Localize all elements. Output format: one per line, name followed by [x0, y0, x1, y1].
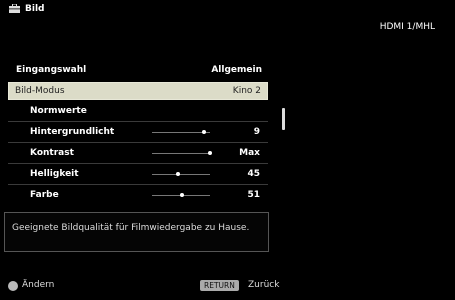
- title-bar: Bild: [0, 0, 455, 20]
- menu-scrollbar[interactable]: [282, 108, 285, 130]
- brightness-slider[interactable]: [152, 172, 210, 176]
- change-hint: Ändern: [22, 280, 55, 290]
- picture-mode-value: Kino 2: [232, 86, 261, 96]
- color-slider[interactable]: [152, 193, 210, 197]
- slider-knob[interactable]: [202, 130, 207, 134]
- picture-mode-row[interactable]: Bild-Modus Kino 2: [8, 82, 268, 100]
- setting-value: 51: [247, 190, 260, 200]
- setting-row-color[interactable]: Farbe 51: [8, 185, 268, 205]
- slider-knob[interactable]: [179, 193, 184, 197]
- return-button[interactable]: RETURN: [200, 280, 239, 291]
- slider-knob[interactable]: [176, 172, 181, 176]
- setting-value: 45: [247, 169, 260, 179]
- input-selection-row[interactable]: Eingangswahl Allgemein: [8, 60, 268, 82]
- setting-label: Kontrast: [30, 148, 74, 158]
- input-selection-value: Allgemein: [211, 65, 262, 75]
- setting-row-reset[interactable]: Normwerte: [8, 101, 268, 121]
- slider-knob[interactable]: [208, 151, 212, 155]
- setting-label: Farbe: [30, 190, 59, 200]
- back-hint: Zurück: [248, 280, 280, 290]
- description-text: Geeignete Bildqualität für Filmwiedergab…: [12, 223, 250, 233]
- setting-label: Normwerte: [30, 106, 87, 116]
- toolbox-icon: [9, 4, 20, 13]
- picture-mode-label: Bild-Modus: [15, 86, 65, 96]
- setting-label: Hintergrundlicht: [30, 127, 115, 137]
- setting-row-backlight[interactable]: Hintergrundlicht 9: [8, 122, 268, 142]
- setting-row-brightness[interactable]: Helligkeit 45: [8, 164, 268, 184]
- input-selection-label: Eingangswahl: [16, 65, 87, 75]
- description-box: Geeignete Bildqualität für Filmwiedergab…: [4, 212, 269, 252]
- setting-value: 9: [253, 127, 260, 137]
- setting-label: Helligkeit: [30, 169, 79, 179]
- dpad-icon: [8, 281, 18, 291]
- setting-row-contrast[interactable]: Kontrast Max: [8, 143, 268, 163]
- backlight-slider[interactable]: [152, 130, 210, 134]
- setting-value: Max: [239, 148, 260, 158]
- contrast-slider[interactable]: [152, 151, 212, 155]
- page-title: Bild: [25, 4, 45, 14]
- input-source-label: HDMI 1/MHL: [379, 22, 435, 32]
